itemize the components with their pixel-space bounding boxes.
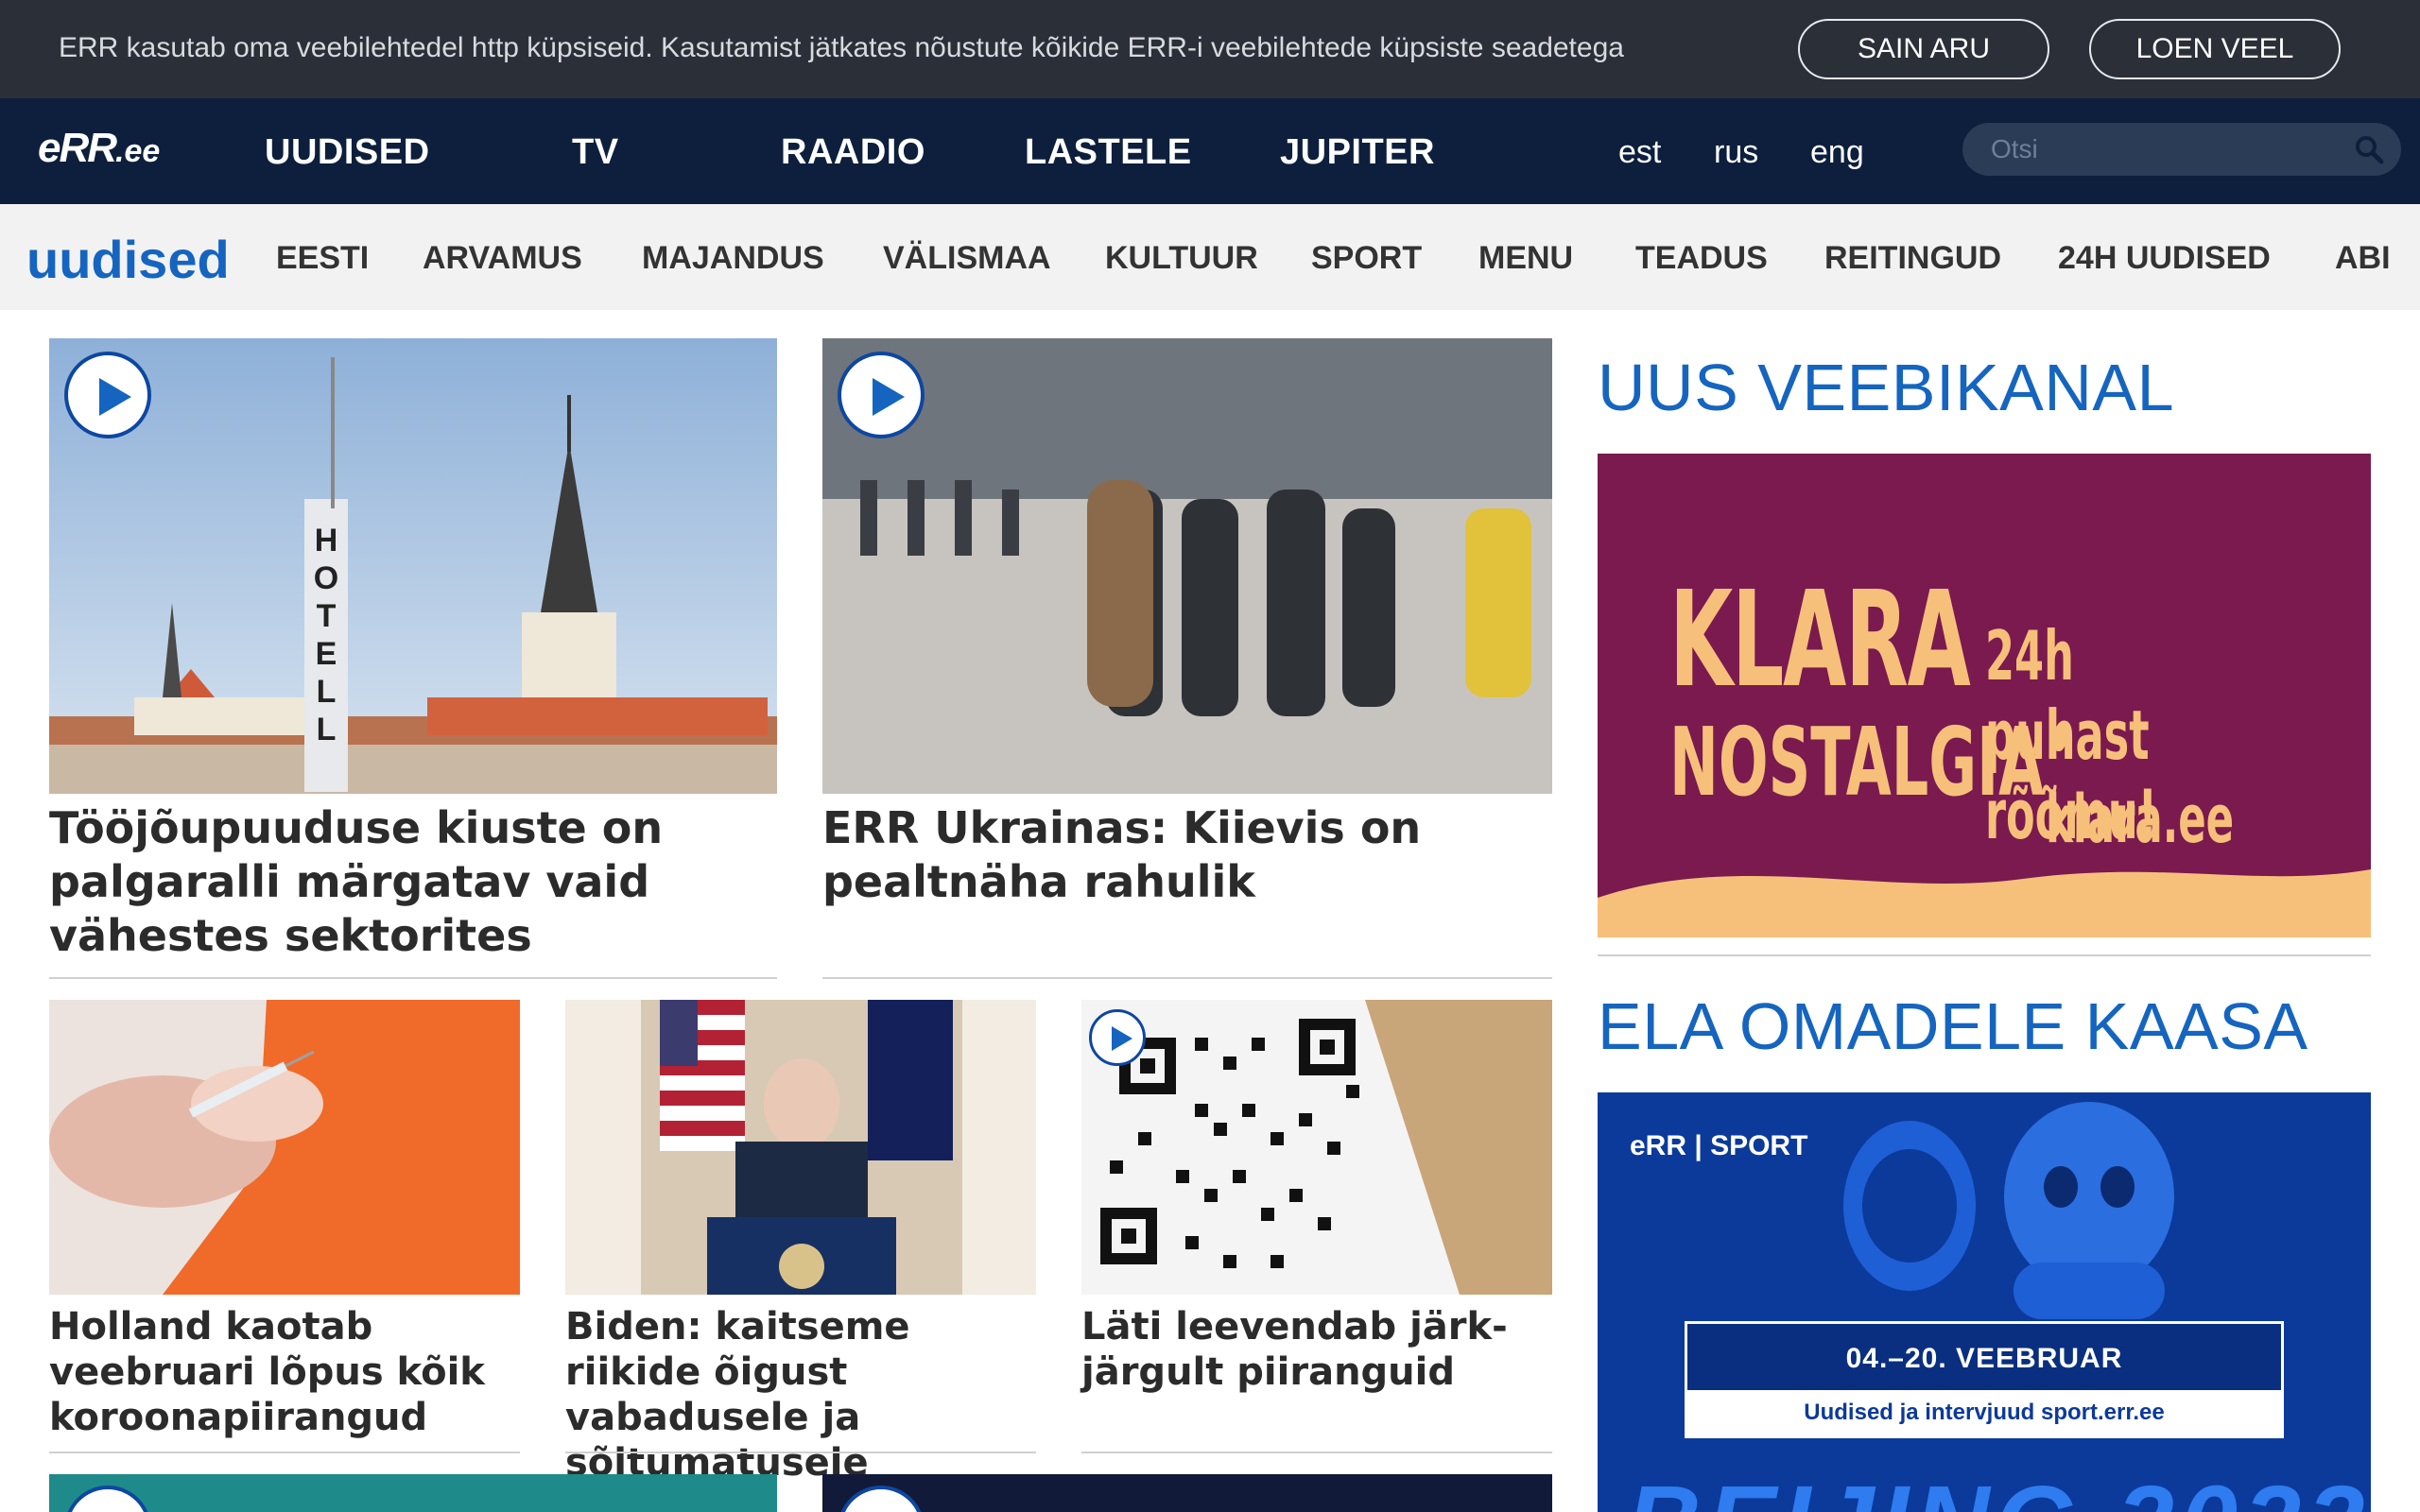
section-eesti[interactable]: EESTI [276,240,369,277]
sport-strip: Uudised ja intervjuud sport.err.ee [1687,1390,2281,1435]
article-title[interactable]: ERR Ukrainas: Kiievis on pealtnäha rahul… [822,801,1552,909]
err-sport-banner[interactable]: eRR | SPORT 04.–20. VEEBRUAR Uudised ja … [1598,1092,2371,1512]
biden-podium-photo [565,1000,1036,1295]
klara-nostalgia-banner[interactable]: KLARA NOSTALGIA 24h puhast rõõmu! • klar… [1598,454,2371,937]
section-abi[interactable]: ABI [2335,240,2391,277]
svg-text:E: E [316,636,337,672]
logo-mark: eRR [38,125,117,171]
play-icon[interactable] [64,352,151,438]
tallinn-hotel-photo: H O T E L L [49,338,777,794]
sport-info-box: 04.–20. VEEBRUAR Uudised ja intervjuud s… [1685,1321,2284,1438]
vaccination-photo [49,1000,520,1295]
section-teadus[interactable]: TEADUS [1635,240,1768,277]
search-box [1962,123,2401,176]
section-majandus[interactable]: MAJANDUS [642,240,824,277]
article-image[interactable] [1081,1000,1552,1295]
sport-brand: eRR | SPORT [1630,1130,1808,1161]
nav-jupiter[interactable]: JUPITER [1280,132,1435,173]
section-menu[interactable]: MENU [1478,240,1573,277]
search-input[interactable] [1991,130,2350,168]
play-icon[interactable] [838,352,925,438]
divider [49,1452,520,1453]
play-icon[interactable] [64,1486,151,1512]
svg-text:O: O [314,560,338,596]
article-card[interactable] [822,1474,1552,1512]
play-icon[interactable] [1089,1009,1146,1066]
nav-uudised[interactable]: UUDISED [265,132,430,173]
nav-tv[interactable]: TV [572,132,619,173]
nav-lastele[interactable]: LASTELE [1025,132,1192,173]
lang-eng[interactable]: eng [1810,134,1864,171]
svg-text:L: L [317,674,337,710]
klara-url: • klara.ee • [2046,703,2235,936]
sport-dates: 04.–20. VEEBRUAR [1845,1343,2123,1374]
cookie-banner: ERR kasutab oma veebilehtedel http küpsi… [0,0,2420,98]
article-title[interactable]: Tööjõupuuduse kiuste on palgaralli märga… [49,801,777,963]
section-kultuur[interactable]: KULTUUR [1105,240,1258,277]
kyiv-street-photo [822,338,1552,794]
divider [822,977,1552,979]
cookie-read-more-button[interactable]: LOEN VEEL [2089,19,2341,79]
section-sport[interactable]: SPORT [1311,240,1422,277]
sport-big-title: BEIJING 2022 [1626,1463,2370,1512]
side-heading-sport: ELA OMADELE KAASA [1598,989,2308,1063]
article-image[interactable]: H O T E L L [49,338,777,794]
article-card[interactable]: Läti leevendab järk-järgult piiranguid [1081,1000,1552,1453]
article-title[interactable]: Läti leevendab järk-järgult piiranguid [1081,1304,1552,1395]
section-arvamus[interactable]: ARVAMUS [423,240,582,277]
logo-tld: .ee [115,133,161,169]
article-title[interactable]: Holland kaotab veebruari lõpus kõik koro… [49,1304,520,1440]
divider [49,977,777,979]
top-navigation: eRR .ee UUDISED TV RAADIO LASTELE JUPITE… [0,98,2420,204]
lang-est[interactable]: est [1618,134,1661,171]
section-24h-uudised[interactable]: 24H UUDISED [2058,240,2271,277]
article-title[interactable]: Biden: kaitseme riikide õigust vabadusel… [565,1304,1036,1486]
section-brand[interactable]: uudised [26,229,230,290]
section-valismaa[interactable]: VÄLISMAA [883,240,1051,277]
search-icon[interactable] [2354,134,2384,164]
article-image[interactable] [49,1000,520,1295]
nav-raadio[interactable]: RAADIO [781,132,925,173]
article-card[interactable] [49,1474,777,1512]
article-card[interactable]: ERR Ukrainas: Kiievis on pealtnäha rahul… [822,338,1552,979]
side-heading-web-channel: UUS VEEBIKANAL [1598,351,2174,424]
section-reitingud[interactable]: REITINGUD [1824,240,2001,277]
section-navigation: uudised EESTI ARVAMUS MAJANDUS VÄLISMAA … [0,204,2420,310]
article-card[interactable]: Biden: kaitseme riikide õigust vabadusel… [565,1000,1036,1485]
cookie-accept-button[interactable]: SAIN ARU [1798,19,2049,79]
article-image[interactable] [822,338,1552,794]
article-image[interactable] [565,1000,1036,1295]
cookie-text: ERR kasutab oma veebilehtedel http küpsi… [59,32,1624,63]
play-icon[interactable] [838,1486,925,1512]
article-card[interactable]: Holland kaotab veebruari lõpus kõik koro… [49,1000,520,1453]
article-card[interactable]: H O T E L L Tööjõupuuduse kiuste on palg… [49,338,777,979]
qr-code-photo [1081,1000,1552,1295]
divider [565,1452,1036,1453]
divider [1081,1452,1552,1453]
klara-title: KLARA [1669,563,1971,717]
svg-text:L: L [317,712,337,747]
divider [1598,954,2371,956]
svg-text:T: T [317,598,337,634]
err-logo[interactable]: eRR .ee [38,125,160,178]
svg-text:H: H [315,523,338,558]
lang-rus[interactable]: rus [1714,134,1758,171]
